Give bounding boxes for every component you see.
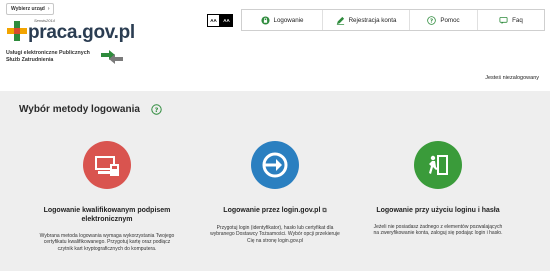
option-circle	[83, 141, 131, 189]
svg-text:?: ?	[430, 18, 433, 24]
contrast-high-button[interactable]: AA	[220, 14, 233, 27]
question-icon: ?	[427, 15, 437, 25]
login-option-qualified-signature[interactable]: Logowanie kwalifikowanym podpisem elektr…	[27, 141, 187, 252]
option-title-text: Logowanie przez login.gov.pl	[223, 207, 321, 214]
arrows-icon	[101, 50, 123, 64]
services-label: Usługi elektroniczne Publicznych Służb Z…	[6, 50, 90, 63]
option-circle	[414, 141, 462, 189]
choose-office-label: Wybierz urząd	[11, 6, 45, 12]
contrast-switcher: AA AA	[207, 14, 233, 27]
option-circle	[251, 141, 299, 189]
logo-wordmark: praca.gov.pl	[28, 22, 135, 43]
nav-help[interactable]: ? Pomoc	[410, 10, 478, 30]
option-title: Logowanie przez login.gov.pl ⧉	[195, 206, 355, 216]
option-description: Wybrana metoda logowania wymaga wykorzys…	[39, 233, 175, 252]
site-logo[interactable]: Serwis2014 praca.gov.pl	[6, 18, 135, 44]
contrast-normal-button[interactable]: AA	[207, 14, 220, 27]
choose-office-button[interactable]: Wybierz urząd ›	[6, 3, 55, 15]
user-status: Jesteś niezalogowany	[485, 75, 539, 81]
help-icon[interactable]: ?	[151, 104, 162, 115]
option-description: Jeżeli nie posiadasz żadnego z elementów…	[373, 224, 503, 237]
top-navigation: Logowanie Rejestracja konta ? Pomoc Faq	[241, 9, 545, 31]
page-title: Wybór metody logowania	[19, 104, 140, 115]
external-link-icon: ⧉	[322, 208, 327, 214]
pencil-icon	[336, 16, 344, 25]
nav-faq[interactable]: Faq	[478, 10, 544, 30]
option-title: Logowanie przy użyciu loginu i hasła	[376, 207, 500, 214]
nav-login-label: Logowanie	[273, 16, 304, 24]
nav-register[interactable]: Rejestracja konta	[323, 10, 410, 30]
login-option-login-gov[interactable]: Logowanie przez login.gov.pl ⧉ Przygotuj …	[195, 141, 355, 244]
nav-help-label: Pomoc	[440, 16, 460, 24]
nav-register-label: Rejestracja konta	[348, 16, 397, 24]
login-gov-icon	[262, 152, 288, 178]
door-enter-icon	[429, 155, 448, 175]
computer-card-icon	[95, 156, 119, 176]
nav-faq-label: Faq	[512, 16, 523, 24]
plus-logo-icon	[7, 21, 27, 41]
chevron-right-icon: ›	[47, 6, 50, 12]
login-method-panel: Wybór metody logowania ? Logowanie kwali…	[0, 91, 550, 271]
svg-text:?: ?	[155, 106, 159, 114]
option-title: Logowanie kwalifikowanym podpisem elektr…	[43, 207, 171, 223]
login-icon	[260, 15, 270, 25]
chat-icon	[499, 16, 508, 24]
login-option-username-password[interactable]: Logowanie przy użyciu loginu i hasła Jeż…	[358, 141, 518, 237]
option-description: Przygotuj login (identyfikator), hasło l…	[210, 225, 340, 244]
nav-login[interactable]: Logowanie	[242, 10, 323, 30]
